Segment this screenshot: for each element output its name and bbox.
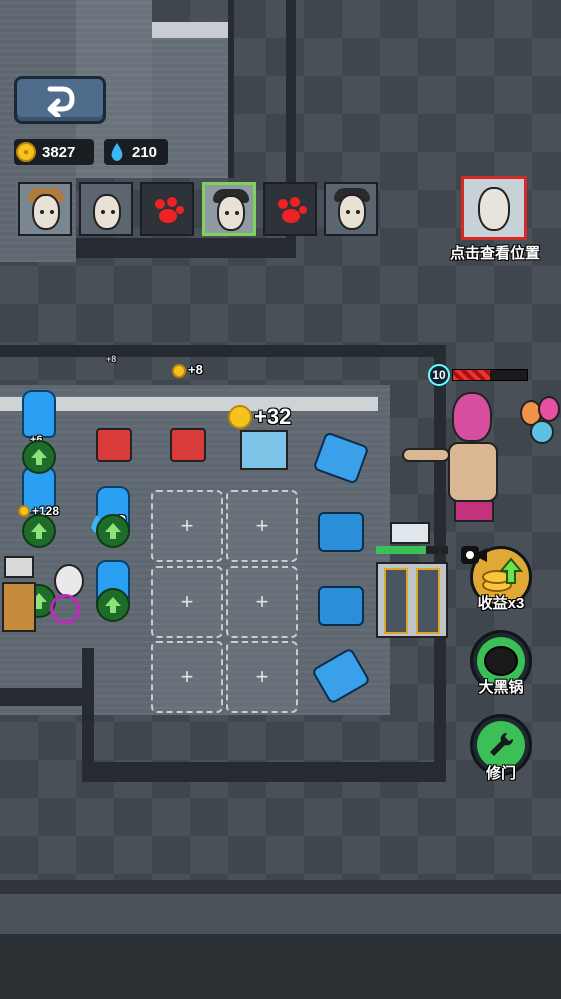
desk-icon (2, 582, 36, 632)
monitor-screen[interactable] (240, 430, 288, 470)
repair-door-label[interactable]: 修门 (456, 762, 546, 783)
coin-gain-small: +8 (106, 354, 117, 364)
up-arrow-icon (31, 523, 47, 539)
bottom-dark (0, 934, 561, 999)
locate-boss-label[interactable]: 点击查看位置 (443, 242, 547, 263)
red-paw-icon (155, 197, 184, 223)
red-cabinet[interactable] (96, 428, 132, 462)
character-portrait-girl[interactable] (18, 182, 72, 236)
main-room-outer-wall (0, 345, 446, 357)
face-icon (93, 194, 121, 230)
gold-coin-icon: ● (16, 142, 36, 162)
balloons-icon (520, 396, 561, 456)
boss-portrait-button[interactable] (461, 176, 527, 240)
back-button[interactable] (14, 76, 106, 124)
boss-arm-icon (402, 448, 450, 462)
upgrade-arrow-button[interactable] (22, 514, 56, 548)
wall-top-bottom (76, 238, 296, 258)
bottom-corridor (0, 894, 561, 934)
lower-left-wall (0, 688, 82, 706)
empty-build-slot[interactable]: + (151, 490, 223, 562)
bottom-corridor-wall (0, 880, 561, 894)
income-x3-label[interactable]: 收益x3 (456, 592, 546, 613)
water-tank[interactable] (22, 390, 56, 438)
empty-build-slot[interactable]: + (151, 566, 223, 638)
main-room-bottom-wall (82, 762, 446, 782)
wrench-icon (490, 732, 514, 756)
main-room-top-ledge (0, 397, 378, 411)
lower-left-wall-2 (82, 648, 94, 780)
character-portrait-man[interactable] (324, 182, 378, 236)
character-portrait-boy-selected[interactable] (202, 182, 256, 236)
coin-gain-big: +32 (228, 404, 291, 430)
boss-level-badge: 10 (428, 364, 450, 386)
up-arrow-icon (31, 449, 47, 465)
upgrade-arrow-button[interactable] (22, 440, 56, 474)
empty-build-slot[interactable]: + (151, 641, 223, 713)
boss-shorts-icon (454, 500, 494, 522)
water-value: 210 (132, 143, 158, 161)
face-icon (217, 195, 245, 231)
upgrade-arrow-button[interactable] (96, 514, 130, 548)
character-portrait-covered[interactable] (140, 182, 194, 236)
boss-hp-fill (453, 370, 490, 380)
red-paw-icon (278, 197, 307, 223)
water-counter: 210 (104, 139, 168, 165)
gold-counter: ● 3827 (14, 139, 94, 165)
coin-icon (228, 405, 252, 429)
character-portrait-covered-2[interactable] (263, 182, 317, 236)
black-pot-icon (484, 646, 518, 676)
wall-top-right (228, 0, 234, 178)
worker-head-icon (54, 564, 84, 598)
up-arrow-icon (105, 597, 121, 613)
character-portrait-old-man[interactable] (79, 182, 133, 236)
laptop-icon (4, 556, 34, 578)
desk-worker[interactable] (2, 556, 92, 636)
mask-icon (452, 392, 492, 442)
boss-face-icon (478, 187, 510, 231)
up-arrow-icon (105, 523, 121, 539)
water-drop-icon (111, 143, 123, 161)
chair-icon (50, 594, 80, 624)
empty-build-slot[interactable]: + (226, 566, 298, 638)
red-cabinet[interactable] (170, 428, 206, 462)
black-pot-label[interactable]: 大黑锅 (456, 676, 546, 697)
boss-wrestler[interactable] (402, 388, 512, 548)
water-cannon-turret[interactable] (318, 586, 364, 626)
room-door[interactable] (376, 562, 448, 638)
gold-value: 3827 (42, 143, 76, 161)
empty-build-slot[interactable]: + (226, 490, 298, 562)
return-arrow-icon (47, 86, 75, 117)
wall-ledge (152, 22, 228, 38)
boss-body-icon (448, 442, 498, 502)
upgrade-arrow-button[interactable] (96, 588, 130, 622)
empty-build-slot[interactable]: + (226, 641, 298, 713)
coin-gain-room: +8 (172, 362, 203, 378)
boss-hp-bar (452, 369, 528, 381)
face-icon (338, 194, 366, 230)
face-icon (32, 194, 60, 230)
water-cannon-turret[interactable] (318, 512, 364, 552)
coin-icon (18, 505, 30, 517)
video-ad-icon (461, 546, 487, 564)
coin-icon (172, 363, 186, 378)
